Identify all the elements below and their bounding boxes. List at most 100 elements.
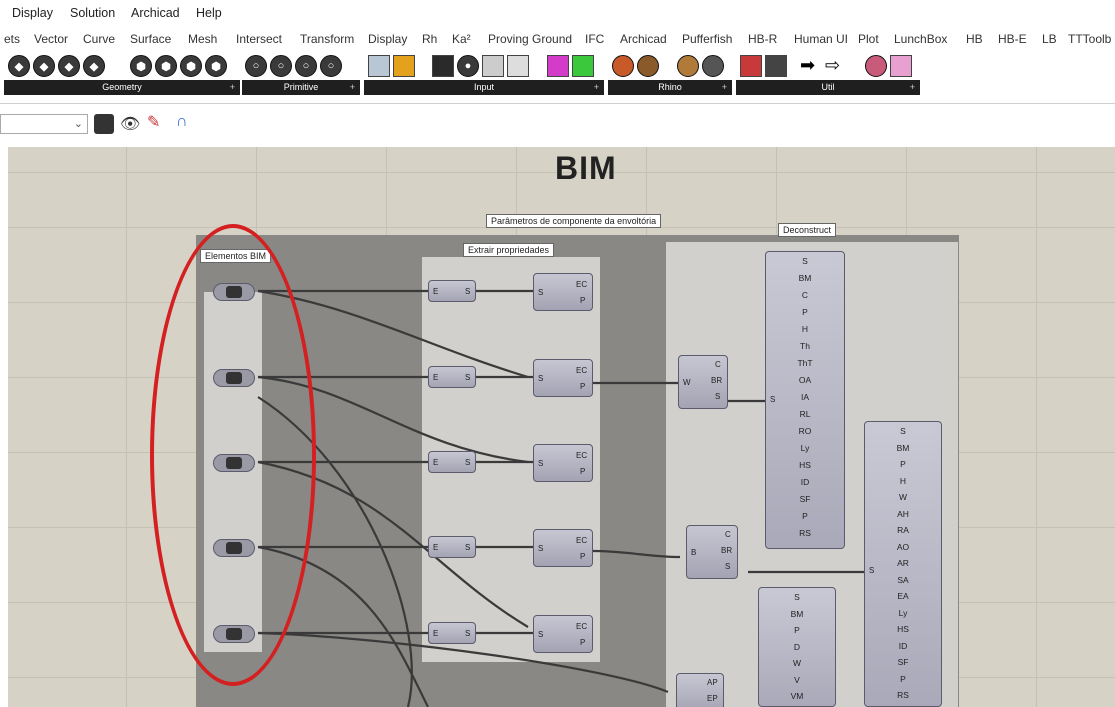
stack-output-port: C (801, 290, 809, 300)
property-component-5[interactable]: S EC P (533, 615, 593, 653)
stack-output-port: SA (897, 574, 909, 585)
extract-component-4[interactable]: ES (428, 536, 476, 558)
input-icon-1[interactable] (368, 55, 390, 77)
input-icon-3[interactable] (432, 55, 454, 77)
paint-icon[interactable]: ✎ (147, 112, 160, 132)
geometry-icon-3[interactable]: ◆ (58, 55, 80, 77)
toolbar-group-rhino[interactable]: Rhino + (608, 80, 732, 95)
tab-hb[interactable]: HB (966, 32, 983, 46)
tab-tttoolbox[interactable]: TTToolb (1068, 32, 1111, 46)
property-component-4[interactable]: S EC P (533, 529, 593, 567)
toolbar-group-primitive[interactable]: Primitive + (242, 80, 360, 95)
port-ec: EC (576, 622, 588, 631)
tab-sets[interactable]: ets (4, 32, 20, 46)
group-label: Util (821, 82, 835, 92)
menu-display[interactable]: Display (12, 6, 53, 20)
primitive-icon-1[interactable]: ○ (245, 55, 267, 77)
tab-human-ui[interactable]: Human UI (794, 32, 848, 46)
tab-pufferfish[interactable]: Pufferfish (682, 32, 732, 46)
geometry-icon-7[interactable]: ⬢ (180, 55, 202, 77)
toolbar-group-geometry[interactable]: Geometry + (4, 80, 240, 95)
rhino-icon-1[interactable] (612, 55, 634, 77)
tab-hb-e[interactable]: HB-E (998, 32, 1027, 46)
util-icon-3[interactable] (865, 55, 887, 77)
eye-icon[interactable]: 👁 (120, 114, 140, 134)
port-p: P (580, 638, 586, 647)
menu-solution[interactable]: Solution (70, 6, 115, 20)
property-component-1[interactable]: S EC P (533, 273, 593, 311)
stack-output-port: RA (897, 525, 909, 535)
deconstruct-stack-2[interactable]: S BM P H W AH RA AO AR SA EA Ly HS ID SF P RS (864, 421, 942, 707)
tab-archicad[interactable]: Archicad (620, 32, 667, 46)
tab-ka2[interactable]: Ka² (452, 32, 471, 46)
util-icon-2[interactable] (765, 55, 787, 77)
stack-output-port: Th (800, 341, 810, 351)
rhino-icon-3[interactable] (677, 55, 699, 77)
input-icon-7[interactable] (547, 55, 569, 77)
component-tabs: ets Vector Curve Surface Mesh Intersect … (0, 28, 1115, 52)
rhino-icon-2[interactable] (637, 55, 659, 77)
util-icon-1[interactable] (740, 55, 762, 77)
property-component-3[interactable]: S EC P (533, 444, 593, 482)
arrow-outline-icon[interactable]: ⇨ (825, 55, 847, 77)
primitive-icon-2[interactable]: ○ (270, 55, 292, 77)
tab-plot[interactable]: Plot (858, 32, 879, 46)
stack-output-port: BM (790, 608, 804, 619)
tab-hb-r[interactable]: HB-R (748, 32, 777, 46)
geometry-icon-6[interactable]: ⬢ (155, 55, 177, 77)
stack-output-port: V (794, 674, 800, 685)
tab-mesh[interactable]: Mesh (188, 32, 217, 46)
extract-component-1[interactable]: ES (428, 280, 476, 302)
input-icon-5[interactable] (482, 55, 504, 77)
tab-display[interactable]: Display (368, 32, 407, 46)
deconstruct-stack-3[interactable]: S BM P D W V VM (758, 587, 836, 707)
tab-proving-ground[interactable]: Proving Ground (488, 32, 572, 46)
stack-output-port: RO (798, 426, 812, 436)
geometry-icon-8[interactable]: ⬢ (205, 55, 227, 77)
input-icon-2[interactable] (393, 55, 415, 77)
tab-lunchbox[interactable]: LunchBox (894, 32, 947, 46)
geometry-icon-5[interactable]: ⬢ (130, 55, 152, 77)
tab-rh[interactable]: Rh (422, 32, 437, 46)
beam-deconstruct-node[interactable]: B C BR S (686, 525, 738, 579)
tab-transform[interactable]: Transform (300, 32, 354, 46)
menu-archicad[interactable]: Archicad (131, 6, 180, 20)
stack-output-port: AO (896, 541, 910, 552)
rhino-icon-4[interactable] (702, 55, 724, 77)
primitive-icon-3[interactable]: ○ (295, 55, 317, 77)
zoom-dropdown[interactable]: ⌄ (0, 114, 88, 134)
tab-intersect[interactable]: Intersect (236, 32, 282, 46)
input-icon-8[interactable] (572, 55, 594, 77)
flask-icon[interactable] (890, 55, 912, 77)
tab-lb[interactable]: LB (1042, 32, 1057, 46)
arrow-right-icon[interactable]: ➡ (800, 55, 822, 77)
tab-ifc[interactable]: IFC (585, 32, 604, 46)
deconstruct-stack-1[interactable]: S BM C P H Th ThT OA IA RL RO Ly HS ID SF P RS (765, 251, 845, 549)
grasshopper-canvas[interactable]: BIM Parâmetros de componente da envoltór… (8, 147, 1115, 707)
input-icon-6[interactable] (507, 55, 529, 77)
stack-output-port: S (900, 426, 906, 436)
extract-component-3[interactable]: ES (428, 451, 476, 473)
property-component-2[interactable]: S EC P (533, 359, 593, 397)
menu-help[interactable]: Help (196, 6, 222, 20)
port-br: BR (721, 546, 733, 555)
tab-curve[interactable]: Curve (83, 32, 115, 46)
toolbar-group-input[interactable]: Input + (364, 80, 604, 95)
extract-component-2[interactable]: ES (428, 366, 476, 388)
toolbar-group-util[interactable]: Util + (736, 80, 920, 95)
primitive-icon-4[interactable]: ○ (320, 55, 342, 77)
tab-vector[interactable]: Vector (34, 32, 68, 46)
geometry-icon-1[interactable]: ◆ (8, 55, 30, 77)
third-node[interactable]: AP EP (676, 673, 724, 707)
input-icon-4[interactable]: ● (457, 55, 479, 77)
group-label: Primitive (283, 82, 319, 92)
geometry-icon-2[interactable]: ◆ (33, 55, 55, 77)
curve-sketch-icon[interactable]: ∩ (176, 113, 188, 131)
extract-component-5[interactable]: ES (428, 622, 476, 644)
wall-deconstruct-node[interactable]: W C BR S (678, 355, 728, 409)
tab-surface[interactable]: Surface (130, 32, 171, 46)
zoom-extents-icon[interactable] (94, 114, 114, 134)
stack-output-port: HS (799, 460, 811, 470)
port-e: E (433, 373, 439, 382)
geometry-icon-4[interactable]: ◆ (83, 55, 105, 77)
